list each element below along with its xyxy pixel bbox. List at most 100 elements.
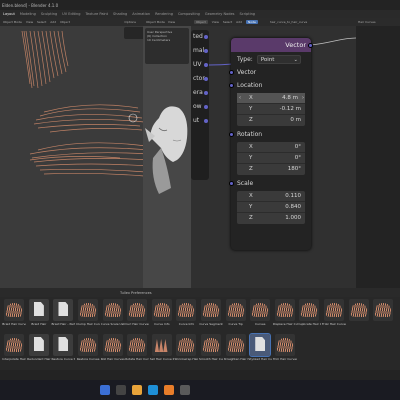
node-group-icon bbox=[53, 334, 74, 356]
asset-item[interactable]: Braid Hair bbox=[27, 299, 52, 332]
vector-node[interactable]: Vector Type: Point ⌄ Vector Location ‹ X… bbox=[229, 38, 313, 250]
tab-animation[interactable]: Animation bbox=[132, 12, 150, 16]
secondary-view-menu[interactable]: View bbox=[168, 20, 175, 24]
asset-item[interactable]: Curve Scale Ushape bbox=[100, 299, 125, 332]
asset-item[interactable]: Roll Hair Curves bbox=[100, 334, 125, 367]
search-icon[interactable] bbox=[116, 385, 126, 395]
asset-item[interactable]: Set Hair Curve Profile bbox=[150, 334, 175, 367]
asset-label: Curl Hair Curves bbox=[125, 322, 150, 326]
asset-item[interactable]: Straighten Hair Curves bbox=[223, 334, 248, 367]
start-menu-icon[interactable] bbox=[100, 385, 110, 395]
tab-rendering[interactable]: Rendering bbox=[155, 12, 173, 16]
asset-item[interactable]: Restore Curve Segments bbox=[51, 334, 76, 367]
node-group-icon bbox=[249, 333, 272, 357]
asset-item[interactable]: Smooth Hair Curves bbox=[199, 334, 224, 367]
viewport-object-menu[interactable]: Object bbox=[60, 20, 70, 24]
asset-item[interactable]: Clump Hair Curves bbox=[76, 299, 101, 332]
scale-y-field[interactable]: Y 0.840 bbox=[237, 202, 305, 213]
scale-x-field[interactable]: X 0.110 bbox=[237, 191, 305, 202]
scale-z-field[interactable]: Z 1.000 bbox=[237, 213, 305, 224]
rotation-socket-icon[interactable] bbox=[229, 132, 234, 137]
asset-item[interactable]: Curve Segment bbox=[199, 299, 224, 332]
asset-item[interactable]: Trim Hair Curves bbox=[273, 334, 298, 367]
tab-layout[interactable]: Layout bbox=[3, 12, 15, 16]
vector-input-label: Vector bbox=[237, 69, 257, 76]
tab-compositing[interactable]: Compositing bbox=[178, 12, 200, 16]
location-x-field[interactable]: ‹ X 4.8 m › bbox=[237, 93, 305, 104]
tab-modeling[interactable]: Modeling bbox=[20, 12, 36, 16]
asset-browser[interactable]: Braid Hair Curves Braid Hair Braid Hair - … bbox=[0, 297, 400, 370]
viewport-view-menu[interactable]: View bbox=[26, 20, 33, 24]
scale-socket-icon[interactable] bbox=[229, 181, 234, 186]
vector-input-socket-icon[interactable] bbox=[229, 70, 234, 75]
right-sidebar[interactable]: Hair Curves bbox=[356, 18, 400, 288]
rotation-label: Rotation bbox=[237, 131, 263, 138]
asset-item[interactable]: Interpolate Hair Curves bbox=[2, 334, 27, 367]
3d-viewport[interactable]: Object Mode View Select Add Object Optio… bbox=[0, 18, 158, 288]
asset-item[interactable]: Redundant Hair bbox=[27, 334, 52, 367]
increment-arrow-icon[interactable]: › bbox=[302, 93, 304, 104]
asset-item[interactable]: Shrinkwrap Hair Curves bbox=[174, 334, 199, 367]
asset-item[interactable]: Displace Hair Curves bbox=[273, 299, 298, 332]
asset-item[interactable]: Curve Info bbox=[150, 299, 175, 332]
hair-strands-render bbox=[21, 30, 151, 177]
asset-item[interactable]: Curve Info bbox=[174, 299, 199, 332]
hair-preview-thumbnail bbox=[348, 299, 369, 321]
rotation-fields: X 0° Y 0° Z 180° bbox=[237, 142, 305, 175]
scale-label: Scale bbox=[237, 180, 254, 187]
asset-item[interactable]: Braid Hair - Perfect bbox=[51, 299, 76, 332]
asset-item[interactable]: Stylized Hair Curves bbox=[248, 333, 273, 367]
asset-item[interactable] bbox=[371, 299, 396, 332]
browser-icon[interactable] bbox=[148, 385, 158, 395]
node-editor[interactable]: Object View Select Add Node hair_curve_t… bbox=[191, 18, 356, 288]
rotation-x-field[interactable]: X 0° bbox=[237, 142, 305, 153]
app-icon[interactable] bbox=[180, 385, 190, 395]
location-z-field[interactable]: Z 0 m bbox=[237, 115, 305, 126]
asset-label: Curve Scale Ushape bbox=[100, 322, 125, 326]
vector-node-header[interactable]: Vector bbox=[231, 38, 313, 52]
secondary-mode-menu[interactable]: Object Mode bbox=[146, 20, 165, 24]
hair-preview-thumbnail bbox=[78, 334, 99, 356]
rotation-z-field[interactable]: Z 180° bbox=[237, 164, 305, 175]
blender-icon[interactable] bbox=[164, 385, 174, 395]
file-explorer-icon[interactable] bbox=[132, 385, 142, 395]
vector-output-socket-icon[interactable] bbox=[308, 43, 313, 48]
tab-shading[interactable]: Shading bbox=[113, 12, 127, 16]
sidebar-tab-label[interactable]: Hair Curves bbox=[356, 18, 400, 26]
hair-preview-thumbnail bbox=[78, 299, 99, 321]
asset-item[interactable]: Duplicate Hair Curves bbox=[297, 299, 322, 332]
viewport-header: Object Mode View Select Add Object Optio… bbox=[0, 18, 158, 26]
asset-item[interactable]: Rotate Hair Curves bbox=[125, 334, 150, 367]
asset-item[interactable] bbox=[346, 299, 371, 332]
vector-input-row: Vector bbox=[229, 66, 311, 79]
rotation-y-field[interactable]: Y 0° bbox=[237, 153, 305, 164]
asset-item[interactable]: Curves bbox=[248, 299, 273, 332]
asset-item[interactable]: Frizz Hair Curves bbox=[322, 299, 347, 332]
secondary-viewport[interactable]: Object Mode View User Perspective (6) Co… bbox=[143, 18, 191, 288]
hair-preview-thumbnail bbox=[225, 299, 246, 321]
asset-item[interactable]: Curl Hair Curves bbox=[125, 299, 150, 332]
hair-preview-thumbnail bbox=[201, 334, 222, 356]
viewport-info-scale: 10 Centimeters bbox=[147, 38, 171, 42]
hair-preview-thumbnail bbox=[274, 299, 295, 321]
tab-sculpting[interactable]: Sculpting bbox=[41, 12, 57, 16]
location-socket-icon[interactable] bbox=[229, 83, 234, 88]
character-head-model bbox=[145, 106, 188, 194]
location-y-field[interactable]: Y -0.12 m bbox=[237, 104, 305, 115]
asset-item[interactable]: Restore Curves bbox=[76, 334, 101, 367]
viewport-info-overlay: User Perspective (6) Collection 10 Centi… bbox=[145, 28, 189, 64]
viewport-select-menu[interactable]: Select bbox=[37, 20, 46, 24]
asset-browser-title[interactable]: Tullex Preferences bbox=[120, 291, 152, 295]
decrement-arrow-icon[interactable]: ‹ bbox=[239, 93, 241, 104]
viewport-add-menu[interactable]: Add bbox=[50, 20, 56, 24]
asset-item[interactable]: Braid Hair Curves bbox=[2, 299, 27, 332]
tab-uv-editing[interactable]: UV Editing bbox=[62, 12, 80, 16]
tab-texture-paint[interactable]: Texture Paint bbox=[85, 12, 108, 16]
tab-scripting[interactable]: Scripting bbox=[239, 12, 255, 16]
asset-item[interactable]: Curve Tip bbox=[223, 299, 248, 332]
tab-geometry-nodes[interactable]: Geometry Nodes bbox=[205, 12, 235, 16]
hair-preview-thumbnail bbox=[4, 299, 25, 321]
viewport-mode-menu[interactable]: Object Mode bbox=[3, 20, 22, 24]
type-dropdown[interactable]: Point ⌄ bbox=[256, 54, 301, 64]
node-group-icon bbox=[28, 334, 49, 356]
